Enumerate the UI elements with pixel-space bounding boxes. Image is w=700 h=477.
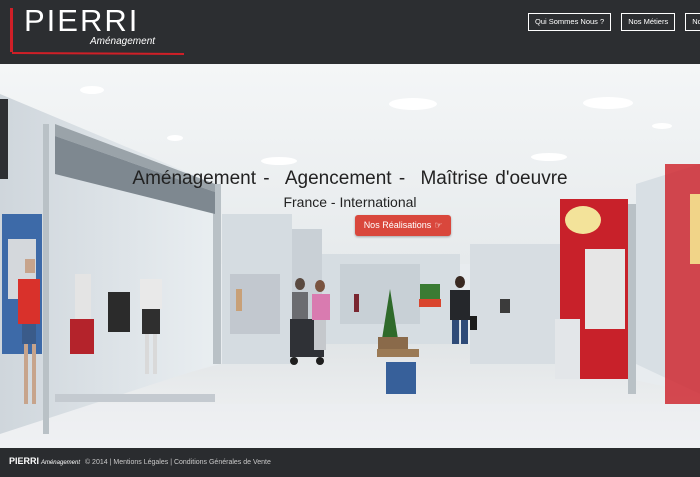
site-footer: PIERRI Aménagement © 2014 | Mentions Lég… [0,448,700,475]
hand-pointing-right-icon: ☞ [434,220,443,230]
footer-separator: | [170,459,173,466]
main-nav: Qui Sommes Nous ? Nos Métiers Nos Référ [528,13,700,31]
footer-copyright: © 2014 | [84,459,112,466]
hero-title-part-3: Maîtrise d'oeuvre [420,168,568,189]
hero-title-part-1: Aménagement - [132,168,270,189]
nav-item-services[interactable]: Nos Métiers [621,13,676,31]
realisations-button[interactable]: Nos Réalisations ☞ [355,215,451,236]
logo-swoosh [12,52,184,55]
site-header: PIERRI Aménagement Qui Sommes Nous ? Nos… [0,0,700,64]
footer-brand-sub: Aménagement [40,460,80,466]
logo-title: PIERRI [24,3,140,38]
footer-link-cgv[interactable]: Conditions Générales de Vente [174,459,271,466]
logo[interactable]: PIERRI Aménagement [0,0,190,64]
realisations-button-label: Nos Réalisations [363,220,432,230]
footer-link-legal[interactable]: Mentions Légales [113,459,168,466]
logo-tagline: Aménagement [90,36,156,47]
nav-item-references[interactable]: Nos Référ [685,13,700,31]
hero-banner: Aménagement - Agencement - Maîtrise d'oe… [0,64,700,448]
hero-mall-image [0,64,700,448]
hero-title: Aménagement - Agencement - Maîtrise d'oe… [0,168,700,190]
footer-brand: PIERRI [9,456,40,466]
logo-red-bar [10,8,13,52]
hero-subtitle: France - International [283,194,417,210]
nav-item-about[interactable]: Qui Sommes Nous ? [528,13,612,31]
hero-title-part-2: Agencement - [284,168,406,189]
